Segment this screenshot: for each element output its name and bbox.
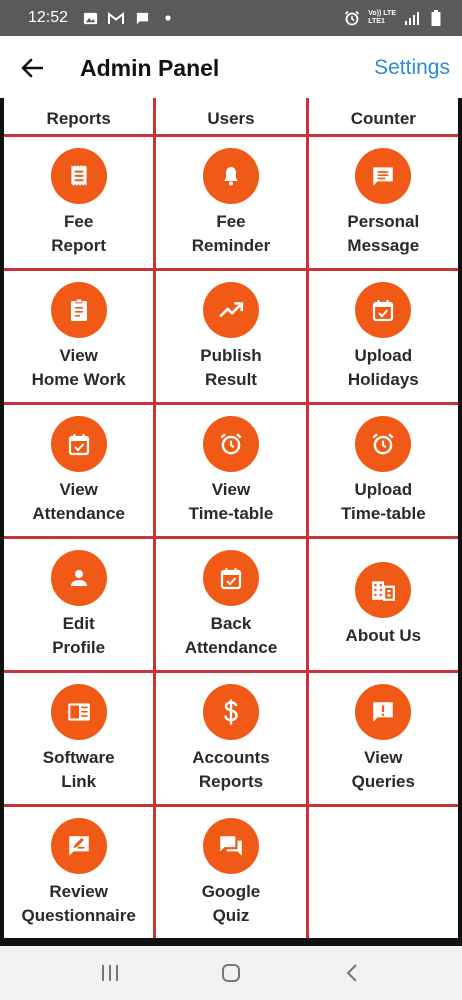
tile-label: Upload Time-table	[340, 479, 426, 523]
settings-link[interactable]: Settings	[374, 56, 450, 80]
tile-view-time-table[interactable]: View Time-table	[156, 405, 306, 536]
alarm-clock-icon	[202, 415, 259, 472]
tile-publish-result[interactable]: Publish Result	[156, 271, 306, 402]
home-button[interactable]	[211, 953, 251, 993]
tile-fee-reminder[interactable]: Fee Reminder	[156, 137, 306, 268]
alarm-clock-icon	[355, 415, 412, 472]
forum-icon	[202, 817, 259, 874]
status-bar: 12:52 Vo)) LTE LTE1	[0, 0, 462, 36]
tile-label: Fee Report	[51, 211, 107, 255]
tile-label: Accounts Reports	[192, 747, 270, 791]
trending-up-icon	[202, 281, 259, 338]
building-icon	[355, 561, 412, 618]
tile-label: View Home Work	[31, 345, 126, 389]
tile-about-us[interactable]: About Us	[308, 539, 458, 670]
tile-label: View Queries	[351, 747, 415, 791]
person-icon	[50, 549, 107, 606]
tile-back-attendance[interactable]: Back Attendance	[156, 539, 306, 670]
chat-icon	[134, 10, 150, 26]
battery-icon	[428, 10, 444, 26]
back-nav-icon	[346, 964, 357, 982]
tile-label: Google Quiz	[201, 881, 261, 925]
tile-review-questionnaire[interactable]: Review Questionnaire	[4, 807, 154, 938]
tile-label: Reports	[46, 109, 111, 128]
recents-icon	[102, 965, 119, 981]
network-label-top: Vo)) LTE	[368, 10, 396, 17]
recents-button[interactable]	[90, 953, 130, 993]
receipt-icon	[50, 147, 107, 204]
calendar-check-icon	[202, 549, 259, 606]
document-icon	[50, 683, 107, 740]
tile-label: Counter	[350, 109, 416, 128]
admin-grid: Reports Users Counter Fee Report Fee Remin…	[0, 98, 462, 946]
gmail-icon	[108, 10, 125, 26]
tile-label: Back Attendance	[184, 613, 278, 657]
tile-label: About Us	[345, 625, 422, 645]
tile-software-link[interactable]: Software Link	[4, 673, 154, 804]
tile-label: Publish Result	[200, 345, 262, 389]
back-nav-button[interactable]	[332, 953, 372, 993]
tile-label: Fee Reminder	[191, 211, 271, 255]
tile-reports[interactable]: Reports	[4, 98, 154, 134]
tile-upload-time-table[interactable]: Upload Time-table	[308, 405, 458, 536]
tile-upload-holidays[interactable]: Upload Holidays	[308, 271, 458, 402]
tile-fee-report[interactable]: Fee Report	[4, 137, 154, 268]
tile-view-home-work[interactable]: View Home Work	[4, 271, 154, 402]
tile-label: View Time-table	[188, 479, 274, 523]
volte-icon: Vo)) LTE LTE1	[368, 10, 396, 26]
bell-icon	[202, 147, 259, 204]
app-bar: Admin Panel Settings	[0, 36, 462, 100]
tile-accounts-reports[interactable]: Accounts Reports	[156, 673, 306, 804]
tile-label: Users	[207, 109, 255, 128]
tile-label: Upload Holidays	[347, 345, 419, 389]
clipboard-icon	[50, 281, 107, 338]
tile-view-queries[interactable]: View Queries	[308, 673, 458, 804]
status-time: 12:52	[28, 9, 69, 26]
tile-counter[interactable]: Counter	[308, 98, 458, 134]
home-icon	[221, 964, 240, 982]
calendar-check-icon	[50, 415, 107, 472]
dollar-icon	[202, 683, 259, 740]
tile-view-attendance[interactable]: View Attendance	[4, 405, 154, 536]
empty-tile	[308, 807, 458, 938]
calendar-check-icon	[355, 281, 412, 338]
tile-google-quiz[interactable]: Google Quiz	[156, 807, 306, 938]
page-title: Admin Panel	[80, 54, 220, 81]
tile-personal-message[interactable]: Personal Message	[308, 137, 458, 268]
alarm-icon	[344, 10, 360, 26]
signal-icon	[404, 10, 420, 26]
back-button[interactable]	[12, 48, 52, 88]
dot-icon	[160, 10, 176, 26]
tile-label: View Attendance	[32, 479, 125, 523]
image-icon	[82, 10, 98, 26]
arrow-left-icon	[21, 58, 43, 78]
network-label-bottom: LTE1	[368, 18, 385, 25]
system-nav-bar	[0, 946, 462, 1000]
edit-note-icon	[50, 817, 107, 874]
message-icon	[355, 147, 412, 204]
tile-label: Personal Message	[347, 211, 420, 255]
tile-label: Software Link	[42, 747, 115, 791]
tile-label: Edit Profile	[52, 613, 106, 657]
feedback-icon	[355, 683, 412, 740]
tile-label: Review Questionnaire	[21, 881, 136, 925]
tile-users[interactable]: Users	[156, 98, 306, 134]
tile-edit-profile[interactable]: Edit Profile	[4, 539, 154, 670]
